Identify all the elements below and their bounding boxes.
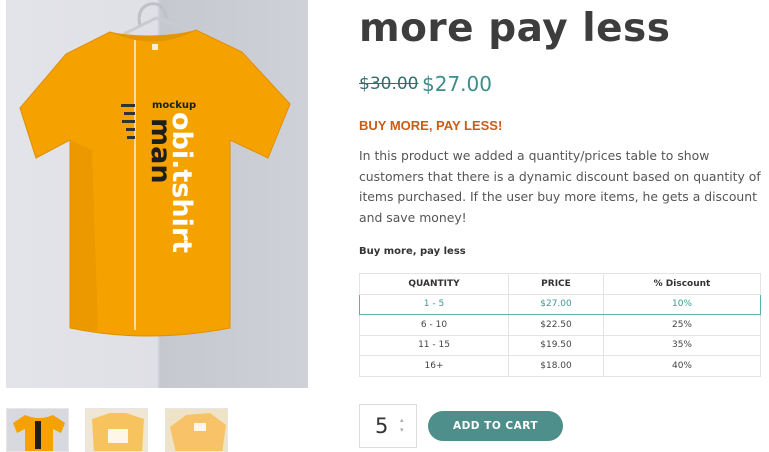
product-title: more pay less — [359, 6, 671, 51]
svg-text:mockup: mockup — [152, 100, 196, 111]
shirt-print-brand: obi.tshirt — [166, 112, 197, 253]
price-cell: $18.00 — [508, 355, 604, 377]
table-row[interactable]: 11 - 15 $19.50 35% — [359, 334, 761, 356]
column-header-discount: % Discount — [603, 273, 761, 295]
thumbnail-1[interactable] — [6, 408, 69, 452]
quantity-cell: 16+ — [359, 355, 509, 377]
stepper-arrows-icon[interactable]: ▴ ▾ — [400, 416, 404, 436]
table-row[interactable]: 16+ $18.00 40% — [359, 355, 761, 377]
column-header-quantity: QUANTITY — [359, 273, 509, 295]
sale-price: $27.00 — [422, 72, 492, 96]
discount-cell: 40% — [603, 355, 761, 377]
regular-price: $30.00 — [359, 74, 419, 94]
discount-cell: 10% — [603, 293, 761, 315]
tshirt-illustration: man mockup obi.tshirt — [19, 2, 291, 337]
add-to-cart-button[interactable]: ADD TO CART — [428, 411, 563, 441]
discount-cell: 35% — [603, 334, 761, 356]
quantity-cell: 11 - 15 — [359, 334, 509, 356]
price-cell: $19.50 — [508, 334, 604, 356]
product-main-image[interactable]: man mockup obi.tshirt — [6, 0, 308, 388]
quantity-pricing-table: QUANTITY PRICE % Discount 1 - 5 $27.00 1… — [359, 273, 761, 377]
quantity-cell: 6 - 10 — [359, 314, 509, 336]
table-header-row: QUANTITY PRICE % Discount — [359, 273, 761, 295]
promo-heading: BUY MORE, PAY LESS! — [359, 118, 503, 133]
thumbnail-2[interactable] — [85, 408, 148, 452]
table-row[interactable]: 6 - 10 $22.50 25% — [359, 314, 761, 336]
thumbnail-3[interactable] — [165, 408, 228, 452]
product-description: In this product we added a quantity/pric… — [359, 148, 761, 225]
price-cell: $22.50 — [508, 314, 604, 336]
quantity-cell: 1 - 5 — [359, 293, 509, 315]
quantity-value[interactable]: 5 — [375, 414, 388, 438]
price-cell: $27.00 — [508, 293, 604, 315]
discount-cell: 25% — [603, 314, 761, 336]
pricing-table-caption: Buy more, pay less — [359, 246, 466, 257]
column-header-price: PRICE — [508, 273, 604, 295]
table-row[interactable]: 1 - 5 $27.00 10% — [359, 293, 761, 315]
